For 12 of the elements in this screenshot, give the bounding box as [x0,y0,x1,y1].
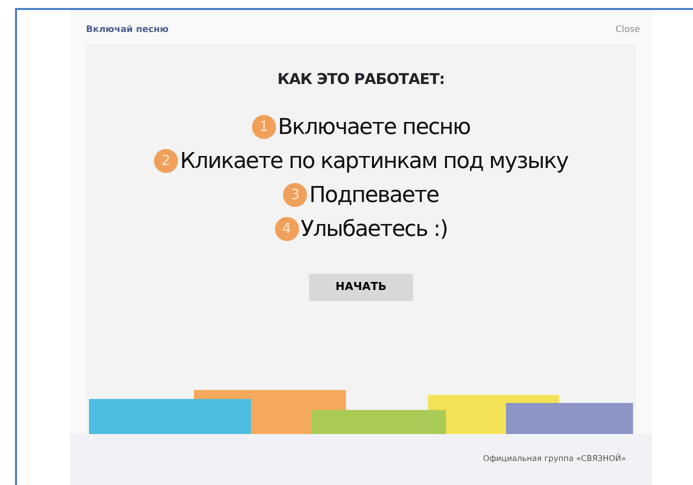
step-text: Улыбаетесь :) [300,216,448,244]
heading: КАК ЭТО РАБОТАЕТ: [277,68,445,90]
step-number: 1 [252,115,276,139]
step-text: Подпеваете [309,182,439,210]
step-text: Кликаете по картинкам под музыку [180,148,568,176]
step-number: 4 [274,217,299,241]
footer-text: Официальная группа «СВЯЗНОЙ» [483,453,626,466]
step-number: 2 [154,149,178,173]
start-button[interactable]: НАЧАТЬ [309,274,412,300]
step-text: Включаете песню [278,114,470,142]
step-number: 3 [283,183,308,207]
dialog-title: Включай песню [86,24,169,37]
